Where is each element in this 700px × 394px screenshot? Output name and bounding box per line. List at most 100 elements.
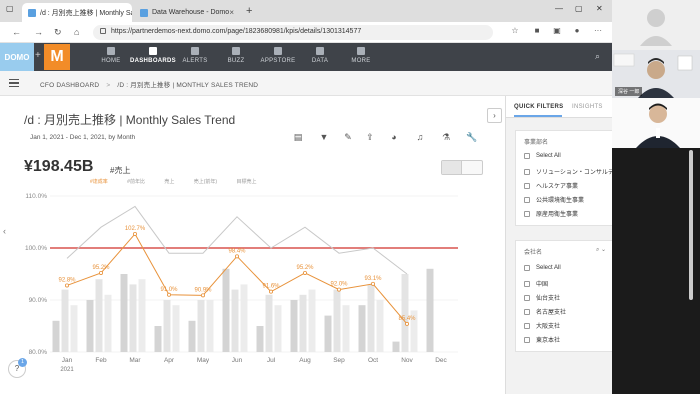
filter-icon[interactable]: ▼ (318, 132, 330, 144)
previous-arrow-icon[interactable]: ‹ (3, 226, 6, 236)
breadcrumb-parent[interactable]: CFO DASHBOARD (40, 82, 99, 89)
checkbox[interactable] (524, 153, 530, 159)
legend-item[interactable]: #前年比 (127, 179, 145, 185)
filter-option[interactable]: Select All (524, 153, 561, 159)
view-toggle[interactable] (441, 160, 483, 175)
home-icon[interactable]: ⌂ (74, 27, 79, 37)
new-tab-icon[interactable]: + (246, 5, 252, 17)
collections-icon[interactable]: ▣ (552, 26, 562, 36)
bar-売上 (392, 341, 400, 352)
bar-売上(前年) (95, 279, 103, 352)
menu-dots-icon[interactable]: ··· (593, 26, 603, 36)
bar-売上 (222, 268, 230, 352)
option-label: Select All (536, 153, 561, 159)
alert-bell-icon[interactable]: ♫ (414, 132, 426, 144)
data-label: 90.9% (194, 287, 212, 293)
summary-label: #売上 (110, 166, 131, 175)
expand-panel-button[interactable]: › (487, 108, 502, 123)
filter-option[interactable]: ヘルスケア事業 (524, 181, 578, 190)
maximize-icon[interactable]: ▢ (575, 4, 583, 13)
edit-icon[interactable]: ✎ (342, 132, 354, 144)
search-icon[interactable]: ⌕ ⌄ (596, 246, 606, 254)
avatar-placeholder-icon (640, 9, 672, 46)
wrench-icon[interactable]: 🔧 (466, 132, 478, 144)
checkbox[interactable] (524, 322, 530, 329)
checkbox[interactable] (524, 168, 530, 175)
participant-video (612, 98, 700, 148)
x-tick-label: Mar (129, 357, 141, 364)
filter-option[interactable]: 中国 (524, 279, 548, 288)
data-icon (316, 47, 324, 55)
checkbox[interactable] (524, 336, 530, 343)
comment-icon[interactable]: ▤ (292, 132, 304, 144)
data-label: 91.6% (262, 284, 280, 290)
nav-more[interactable]: MORE (336, 47, 386, 64)
checkbox[interactable] (524, 265, 530, 271)
checkbox[interactable] (524, 280, 530, 287)
hamburger-menu-icon[interactable] (9, 79, 19, 87)
lab-flask-icon[interactable]: ⚗ (440, 132, 452, 144)
close-window-icon[interactable]: ✕ (596, 4, 603, 13)
m-logo[interactable]: M (44, 44, 70, 70)
tab-strip: ▢ /d : 月別売上推移 | Monthly Sales × Data War… (0, 0, 612, 22)
home-icon (107, 47, 115, 55)
breadcrumb-separator: > (106, 82, 111, 89)
filter-option[interactable]: 東京本社 (524, 335, 560, 344)
address-row: ← → ↻ ⌂ https://partnerdemos-next.domo.c… (0, 22, 612, 43)
data-label: 102.7% (125, 226, 146, 232)
filter-option[interactable]: ソリューション・コンサルティング事... (524, 167, 612, 176)
bar-目標売上 (104, 294, 112, 352)
legend-item[interactable]: #達成率 (90, 179, 108, 185)
chart-type-icon[interactable]: ◕ (388, 132, 400, 144)
bar-売上 (188, 320, 196, 352)
bar-目標売上 (172, 305, 180, 352)
data-label: 91.0% (160, 287, 178, 293)
scrollbar[interactable] (689, 150, 693, 300)
refresh-icon[interactable]: ↻ (54, 27, 62, 38)
nav-label: APPSTORE (260, 58, 296, 64)
search-icon[interactable]: ⌕ (595, 51, 600, 62)
browser-tab[interactable]: Data Warehouse - Domo × (134, 3, 240, 22)
lock-icon (100, 28, 106, 34)
forward-icon[interactable]: → (34, 27, 43, 37)
chart-view-icon[interactable] (442, 161, 462, 174)
checkbox[interactable] (524, 308, 530, 315)
checkbox[interactable] (524, 210, 530, 217)
filter-option[interactable]: 仙台支社 (524, 293, 560, 302)
filter-option[interactable]: 公共環境衛生事業 (524, 195, 584, 204)
buzz-icon (232, 47, 240, 55)
back-icon[interactable]: ← (12, 27, 21, 37)
minimize-icon[interactable]: — (555, 4, 563, 13)
legend-item[interactable]: 売上(前年) (194, 179, 217, 185)
nav-label: HOME (101, 58, 121, 64)
filter-option[interactable]: 名古屋支社 (524, 307, 566, 316)
extension-icon[interactable]: ■ (532, 26, 542, 36)
close-icon[interactable]: × (229, 8, 234, 17)
filter-header: 会社名 (524, 250, 543, 256)
data-point (370, 281, 375, 286)
profile-icon[interactable]: ● (572, 26, 582, 36)
address-bar[interactable]: https://partnerdemos-next.domo.com/page/… (93, 25, 493, 40)
filter-option[interactable]: 原産用衛生事業 (524, 209, 578, 218)
browser-tab-active[interactable]: /d : 月別売上推移 | Monthly Sales × (22, 3, 132, 22)
participant-name: 深谷 一郎 (615, 87, 643, 96)
favorite-icon[interactable]: ☆ (510, 26, 520, 36)
line-#前年比 (66, 205, 408, 275)
help-button[interactable]: ? 1 (8, 358, 27, 378)
domo-logo[interactable]: DOMO (0, 43, 34, 71)
filter-option[interactable]: Select All (524, 265, 561, 271)
date-range-selector[interactable]: Jan 1, 2021 - Dec 1, 2021, by Month (30, 134, 135, 141)
data-point (234, 254, 239, 259)
checkbox[interactable] (524, 182, 530, 189)
tab-quick-filters[interactable]: QUICK FILTERS (514, 104, 563, 117)
legend-item[interactable]: 売上 (164, 179, 174, 185)
checkbox[interactable] (524, 196, 530, 203)
checkbox[interactable] (524, 294, 530, 301)
tab-actions-icon[interactable]: ▢ (6, 4, 14, 13)
bar-目標売上 (240, 284, 248, 352)
tab-insights[interactable]: INSIGHTS (572, 104, 603, 110)
legend-item[interactable]: 目標売上 (236, 179, 256, 185)
x-tick-label: Oct (368, 357, 378, 364)
filter-option[interactable]: 大阪支社 (524, 321, 560, 330)
share-icon[interactable]: ⇪ (364, 132, 376, 144)
